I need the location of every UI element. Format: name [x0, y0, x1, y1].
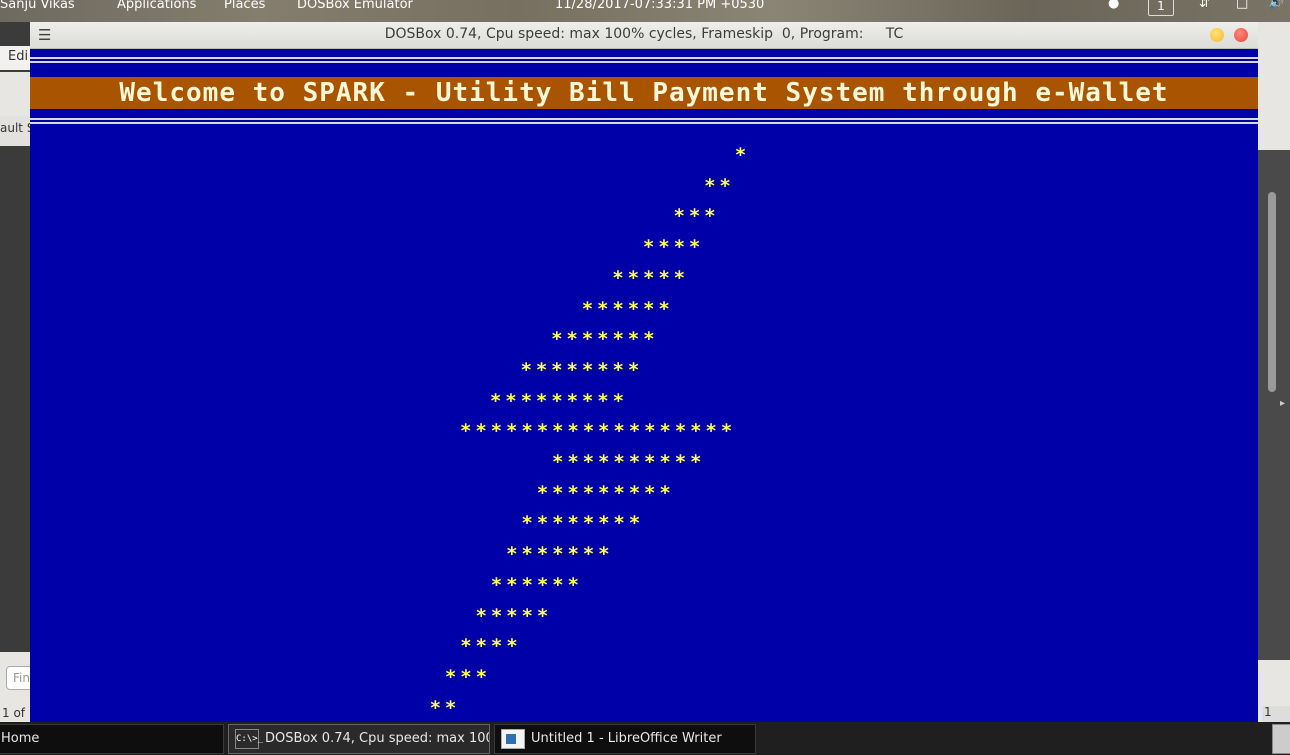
star-row: ** — [429, 696, 461, 719]
divider-line — [30, 118, 1258, 120]
terminal-icon: C:\>_ — [235, 728, 263, 749]
task-home-label: Home — [1, 731, 40, 746]
task-dosbox-label: DOSBox 0.74, Cpu speed: max 100%... — [265, 731, 489, 746]
star-row: ****************** — [460, 420, 737, 443]
star-row: *** — [444, 665, 491, 688]
dos-screen[interactable]: Welcome to SPARK - Utility Bill Payment … — [30, 49, 1258, 722]
writer-find-bar: Fin 1 of 1 — [0, 652, 44, 732]
window-icon[interactable]: □ — [1236, 0, 1248, 11]
banner-text: Welcome to SPARK - Utility Bill Payment … — [119, 78, 1169, 108]
edit-menu[interactable]: Edi — [8, 49, 28, 64]
star-row: ******** — [520, 358, 644, 381]
camera-icon[interactable]: ● — [1108, 0, 1119, 11]
star-row: ********* — [536, 481, 675, 504]
star-row: ****** — [490, 573, 583, 596]
places-menu[interactable]: Places — [224, 0, 265, 12]
divider-line — [30, 61, 1258, 63]
scrollbar-thumb[interactable] — [1268, 192, 1276, 392]
dosbox-titlebar[interactable]: ☰ DOSBox 0.74, Cpu speed: max 100% cycle… — [30, 22, 1258, 49]
network-icon[interactable]: ⇵ — [1199, 0, 1210, 11]
volume-icon[interactable]: 🔊 — [1268, 0, 1284, 10]
divider-line — [30, 122, 1258, 124]
star-row: ******* — [506, 543, 614, 566]
dosbox-window: ☰ DOSBox 0.74, Cpu speed: max 100% cycle… — [30, 22, 1258, 722]
star-row: ** — [704, 174, 735, 197]
writer-menubar: Edi — [0, 46, 30, 70]
task-home[interactable]: Home — [0, 724, 224, 754]
applications-menu[interactable]: Applications — [117, 0, 196, 12]
task-dosbox[interactable]: C:\>_DOSBox 0.74, Cpu speed: max 100%... — [228, 724, 490, 754]
star-row: ***** — [612, 266, 689, 289]
background-writer-right: ▸ — [1258, 22, 1290, 722]
task-writer[interactable]: Untitled 1 - LibreOffice Writer — [494, 724, 756, 754]
chevron-right-icon[interactable]: ▸ — [1280, 398, 1285, 409]
welcome-banner: Welcome to SPARK - Utility Bill Payment … — [30, 77, 1258, 109]
star-row: * — [734, 144, 751, 166]
show-desktop-button[interactable] — [1272, 724, 1290, 754]
writer-toolbar — [0, 72, 30, 116]
user-name[interactable]: Sanju Vikas — [0, 0, 75, 12]
minimize-button[interactable] — [1210, 28, 1224, 42]
workspace-switcher[interactable]: 1 — [1148, 0, 1174, 16]
star-row: *** — [673, 205, 720, 228]
clock[interactable]: 11/28/2017-07:33:31 PM +0530 — [555, 0, 764, 12]
top-panel: Sanju Vikas Applications Places DOSBox E… — [0, 0, 1290, 22]
writer-style-bar: ault S — [0, 116, 34, 146]
star-row: ******** — [521, 512, 645, 535]
active-app-menu[interactable]: DOSBox Emulator — [297, 0, 413, 12]
taskbar: Home C:\>_ DOSBox 0.74, Cpu speed: max 10… — [0, 722, 1290, 755]
star-row: ********* — [489, 389, 628, 412]
background-writer-left: Edi ault S Fin 1 of 1 — [0, 22, 44, 732]
writer-icon — [501, 728, 525, 749]
star-row: ***** — [475, 604, 553, 627]
star-row: ********** — [552, 451, 706, 473]
window-title: DOSBox 0.74, Cpu speed: max 100% cycles,… — [384, 26, 904, 42]
star-row: **** — [460, 635, 522, 658]
workspace-number: 1 — [1157, 0, 1165, 13]
star-row: ****** — [581, 297, 674, 320]
right-page-label: 1 — [1264, 705, 1272, 719]
divider-line — [30, 57, 1258, 59]
star-row: **** — [642, 236, 705, 259]
writer-page-indicator: 1 — [1262, 705, 1290, 722]
close-button[interactable] — [1234, 28, 1248, 42]
star-row: ******* — [551, 328, 659, 351]
task-writer-label: Untitled 1 - LibreOffice Writer — [531, 731, 722, 746]
